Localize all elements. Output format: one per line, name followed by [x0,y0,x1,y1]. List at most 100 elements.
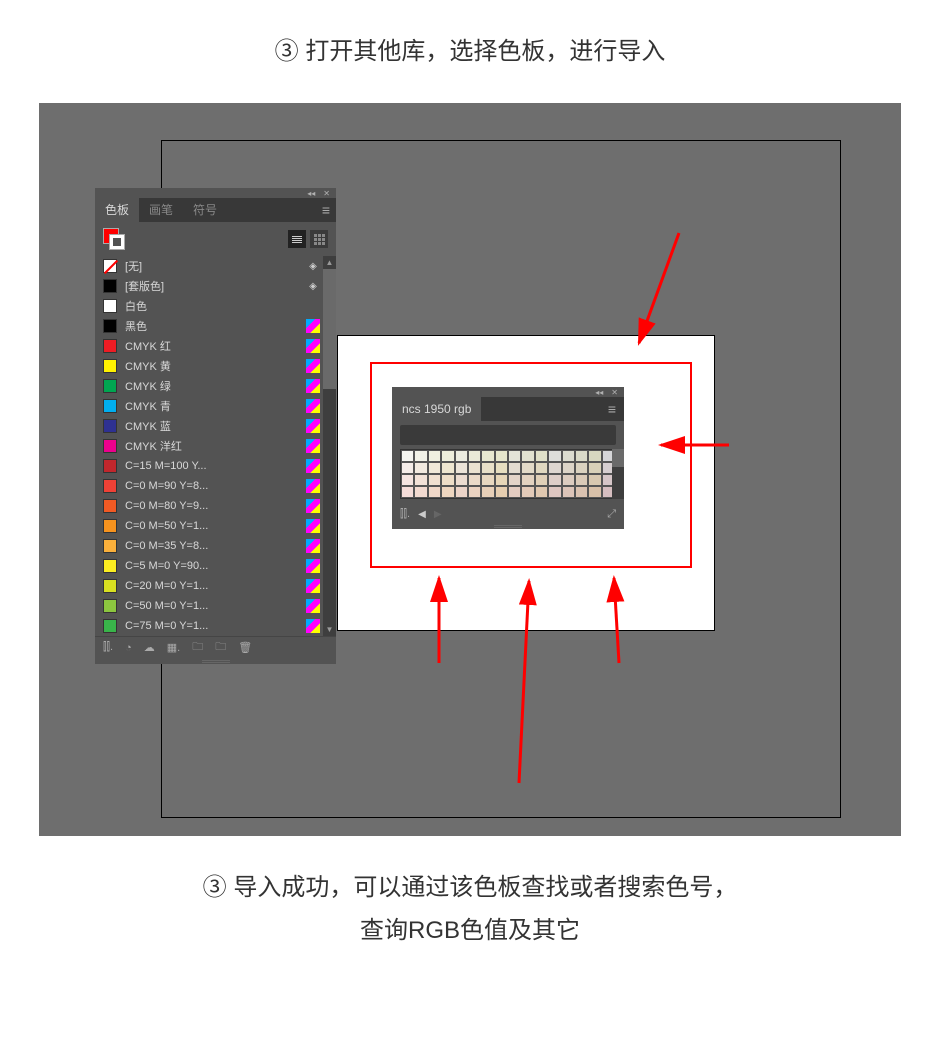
ncs-swatch-cell[interactable] [481,462,494,474]
swatch-row[interactable]: C=15 M=100 Y... [95,456,336,476]
ncs-swatch-cell[interactable] [521,486,534,498]
swatch-row[interactable]: CMYK 绿 [95,376,336,396]
swatch-row[interactable]: 黑色 [95,316,336,336]
swatch-row[interactable]: C=0 M=80 Y=9... [95,496,336,516]
ncs-swatch-cell[interactable] [562,462,575,474]
ncs-swatch-cell[interactable] [495,462,508,474]
list-view-button[interactable] [288,230,306,248]
swatch-row[interactable]: C=50 M=0 Y=1... [95,596,336,616]
ncs-swatch-cell[interactable] [548,486,561,498]
ncs-swatch-cell[interactable] [414,462,427,474]
ncs-swatch-cell[interactable] [495,474,508,486]
swatch-row[interactable]: C=0 M=50 Y=1... [95,516,336,536]
ncs-swatch-cell[interactable] [575,462,588,474]
ncs-swatch-cell[interactable] [441,486,454,498]
swatch-row[interactable]: CMYK 红 [95,336,336,356]
ncs-swatch-cell[interactable] [535,474,548,486]
ncs-swatch-cell[interactable] [508,462,521,474]
scrollbar-thumb[interactable] [323,269,336,389]
new-swatch-icon[interactable]: 🗀 [192,638,203,657]
collapse-icon[interactable]: ◂◂ [595,388,603,397]
ncs-swatch-cell[interactable] [414,486,427,498]
ncs-swatch-cell[interactable] [575,450,588,462]
ncs-swatch-cell[interactable] [535,462,548,474]
ncs-swatch-cell[interactable] [428,486,441,498]
ncs-swatch-cell[interactable] [562,450,575,462]
swatch-row[interactable]: CMYK 黄 [95,356,336,376]
scroll-down-icon[interactable]: ▼ [323,623,336,636]
swatches-panel[interactable]: ◂◂ ✕ 色板 画笔 符号 ≡ [无]◈[套版色]◈白色黑色 [95,188,336,664]
ncs-swatch-cell[interactable] [468,462,481,474]
scrollbar[interactable]: ▲ ▼ [323,256,336,636]
ncs-swatch-cell[interactable] [428,462,441,474]
swatch-row[interactable]: 白色 [95,296,336,316]
swatch-row[interactable]: C=20 M=0 Y=1... [95,576,336,596]
ncs-panel[interactable]: ◂◂ ✕ ncs 1950 rgb ≡ ⫿⫿. ◀ ▶ ⤢ [392,387,624,529]
panel-menu-icon[interactable]: ≡ [322,202,330,218]
ncs-swatch-cell[interactable] [455,474,468,486]
ncs-swatch-cell[interactable] [548,450,561,462]
ncs-swatch-cell[interactable] [495,450,508,462]
ncs-swatch-cell[interactable] [481,486,494,498]
ncs-swatch-cell[interactable] [481,450,494,462]
folder-icon[interactable]: 🗀 [215,638,226,657]
ncs-scrollbar[interactable] [612,449,624,499]
ncs-swatch-grid[interactable] [400,449,616,499]
ncs-swatch-cell[interactable] [521,462,534,474]
ncs-tab[interactable]: ncs 1950 rgb [392,397,481,421]
ncs-swatch-cell[interactable] [455,486,468,498]
ncs-swatch-cell[interactable] [508,486,521,498]
ncs-swatch-cell[interactable] [588,462,601,474]
show-kinds-icon[interactable]: ◔ [125,642,132,654]
ncs-swatch-cell[interactable] [468,450,481,462]
stroke-color-icon[interactable] [109,234,125,250]
ncs-swatch-cell[interactable] [535,486,548,498]
ncs-swatch-cell[interactable] [521,450,534,462]
ncs-swatch-cell[interactable] [414,450,427,462]
ncs-swatch-cell[interactable] [508,474,521,486]
grid-view-button[interactable] [310,230,328,248]
ncs-swatch-cell[interactable] [588,450,601,462]
close-icon[interactable]: ✕ [611,388,618,397]
fill-stroke-widget[interactable] [103,228,125,250]
new-group-icon[interactable]: ▦. [167,641,180,654]
ncs-swatch-cell[interactable] [468,474,481,486]
ncs-swatch-cell[interactable] [562,486,575,498]
ncs-swatch-cell[interactable] [548,462,561,474]
scrollbar-thumb[interactable] [612,449,624,467]
ncs-swatch-cell[interactable] [455,462,468,474]
swatch-row[interactable]: C=0 M=35 Y=8... [95,536,336,556]
prev-library-icon[interactable]: ◀ [418,509,426,520]
ncs-swatch-cell[interactable] [441,450,454,462]
ncs-swatch-cell[interactable] [508,450,521,462]
ncs-swatch-cell[interactable] [414,474,427,486]
ncs-swatch-cell[interactable] [401,486,414,498]
ncs-swatch-cell[interactable] [401,450,414,462]
tab-brushes[interactable]: 画笔 [139,198,183,222]
delete-icon[interactable]: 🗑 [238,641,252,654]
swatch-row[interactable]: C=5 M=0 Y=90... [95,556,336,576]
ncs-swatch-cell[interactable] [401,474,414,486]
search-input[interactable] [400,425,616,445]
tab-symbols[interactable]: 符号 [183,198,227,222]
ncs-swatch-cell[interactable] [495,486,508,498]
panel-resize-grip[interactable] [95,658,336,664]
library-menu-icon[interactable]: ⫿⫿. [103,641,113,654]
swatch-row[interactable]: CMYK 蓝 [95,416,336,436]
scroll-up-icon[interactable]: ▲ [323,256,336,269]
swatch-row[interactable]: CMYK 青 [95,396,336,416]
next-library-icon[interactable]: ▶ [434,509,442,520]
ncs-swatch-cell[interactable] [562,474,575,486]
swatch-row[interactable]: [无]◈ [95,256,336,276]
ncs-swatch-cell[interactable] [428,474,441,486]
ncs-swatch-cell[interactable] [548,474,561,486]
ncs-swatch-cell[interactable] [575,474,588,486]
ncs-swatch-cell[interactable] [455,450,468,462]
collapse-icon[interactable]: ◂◂ [307,189,315,198]
swatch-row[interactable]: C=75 M=0 Y=1... [95,616,336,636]
ncs-swatch-cell[interactable] [481,474,494,486]
ncs-swatch-cell[interactable] [588,474,601,486]
swatch-row[interactable]: CMYK 洋红 [95,436,336,456]
swatch-options-icon[interactable]: ☁ [144,641,155,654]
ncs-swatch-cell[interactable] [575,486,588,498]
